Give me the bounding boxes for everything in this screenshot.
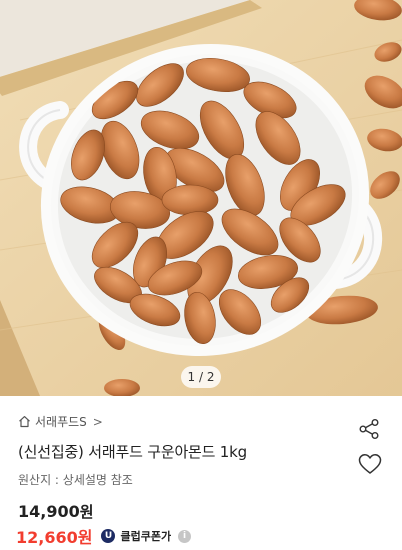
product-image[interactable]: 1 / 2 bbox=[0, 0, 402, 396]
coupon-price-amount: 12,660 bbox=[16, 528, 78, 547]
club-coupon-icon: U bbox=[101, 529, 116, 543]
product-title: (신선집중) 서래푸드 구운아몬드 1kg bbox=[18, 443, 247, 461]
coupon-price-unit: 원 bbox=[77, 528, 93, 547]
store-name: 서래푸드S bbox=[35, 415, 87, 429]
share-button[interactable] bbox=[358, 418, 380, 440]
product-info: 서래푸드S > (신선집중) 서래푸드 구운아몬드 1kg 원산지 : 상세설명… bbox=[0, 396, 402, 550]
club-coupon-label: 클럽쿠폰가 bbox=[120, 530, 172, 543]
coupon-price-row: 12,660원 U 클럽쿠폰가 i bbox=[16, 524, 192, 548]
info-icon[interactable]: i bbox=[178, 529, 192, 543]
regular-price-amount: 14,900 bbox=[18, 502, 80, 521]
regular-price-unit: 원 bbox=[79, 503, 94, 521]
wishlist-button[interactable] bbox=[358, 453, 382, 475]
product-origin: 원산지 : 상세설명 참조 bbox=[18, 473, 133, 487]
chevron-right-icon: > bbox=[92, 414, 103, 429]
heart-icon bbox=[358, 454, 382, 474]
store-link[interactable]: 서래푸드S > bbox=[18, 413, 103, 430]
almond-bowl-illustration bbox=[0, 0, 402, 396]
regular-price: 14,900원 bbox=[18, 501, 94, 522]
home-icon bbox=[18, 415, 31, 428]
coupon-price: 12,660원 bbox=[16, 524, 92, 548]
share-icon bbox=[359, 419, 379, 439]
image-page-indicator: 1 / 2 bbox=[181, 366, 221, 388]
